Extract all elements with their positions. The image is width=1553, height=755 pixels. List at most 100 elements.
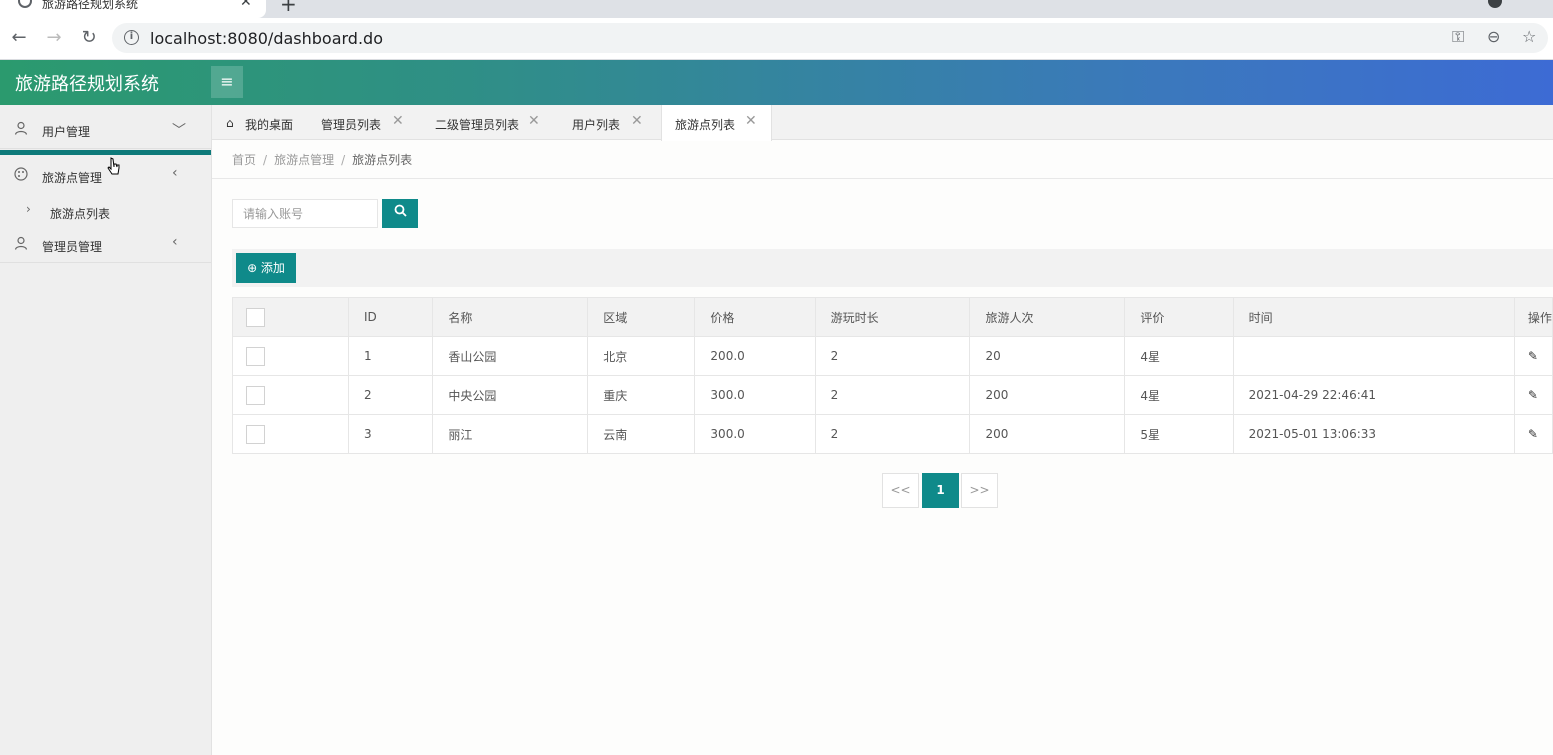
edit-icon[interactable]: ✎	[1528, 388, 1538, 402]
zoom-icon[interactable]: ⊖	[1487, 27, 1500, 46]
tab-label: 我的桌面	[245, 118, 294, 132]
column-header: ID	[347, 297, 434, 337]
tab-admin-list[interactable]: 管理员列表 ✕	[307, 105, 417, 140]
close-icon[interactable]: ✕	[392, 113, 404, 129]
cell-price: 300.0	[694, 414, 816, 454]
row-checkbox[interactable]	[246, 424, 265, 444]
tab-user-list[interactable]: 用户列表 ✕	[557, 105, 657, 140]
breadcrumb-separator: /	[341, 153, 346, 167]
spot-table: ID 名称 区域 价格 游玩时长 旅游人次 评价 时间 操作 1 香山公园 北京…	[232, 297, 1553, 454]
sidebar-item-user-management[interactable]: 用户管理 ﹀	[0, 105, 211, 149]
table-row: 3 丽江 云南 300.0 2 200 5星 2021-05-01 13:06:…	[232, 414, 1553, 454]
sidebar-item-label: 管理员管理	[42, 240, 103, 254]
cell-duration: 2	[814, 375, 971, 415]
sidebar-subitem-label: 旅游点列表	[50, 207, 111, 221]
row-checkbox[interactable]	[246, 346, 265, 366]
cell-rating: 5星	[1124, 414, 1234, 454]
star-icon[interactable]: ☆	[1522, 27, 1536, 46]
edit-icon[interactable]: ✎	[1528, 349, 1538, 363]
cell-id: 2	[347, 375, 434, 415]
back-button[interactable]: ←	[7, 26, 31, 50]
row-checkbox-cell	[232, 336, 349, 376]
add-button[interactable]: ⊕ 添加	[236, 253, 296, 283]
tab-label: 旅游点列表	[675, 118, 736, 132]
column-header: 价格	[694, 297, 816, 337]
content-tab-bar: ⌂ 我的桌面 管理员列表 ✕ 二级管理员列表 用户列表 ✕ 旅游点列表 ✕	[212, 105, 1553, 141]
tab-my-desktop[interactable]: ⌂ 我的桌面	[212, 105, 307, 140]
cell-name: 中央公园	[432, 375, 589, 415]
reload-button[interactable]: ↻	[77, 26, 101, 50]
column-header: 操作	[1513, 297, 1553, 337]
cell-id: 3	[347, 414, 434, 454]
menu-toggle-button[interactable]: ≡	[211, 66, 243, 98]
cell-rating: 4星	[1124, 375, 1234, 415]
close-icon[interactable]: ✕	[240, 0, 252, 10]
row-checkbox[interactable]	[246, 385, 265, 405]
browser-toolbar: ← → ↻ i localhost:8080/dashboard.do ⚿ ⊖ …	[0, 18, 1553, 60]
next-page-button[interactable]: >>	[961, 473, 998, 508]
cell-visitors: 200	[969, 414, 1126, 454]
close-icon[interactable]: ✕	[745, 113, 757, 129]
tab-label: 二级管理员列表	[435, 118, 520, 132]
sidebar-item-admin-management[interactable]: 管理员管理 ‹	[0, 223, 211, 263]
sidebar-subitem-spot-list[interactable]: › 旅游点列表	[0, 200, 211, 222]
cell-visitors: 200	[969, 375, 1126, 415]
cell-duration: 2	[814, 336, 971, 376]
search-button[interactable]	[382, 199, 418, 228]
row-checkbox-cell	[232, 414, 349, 454]
cell-time: 2021-05-01 13:06:33	[1232, 414, 1515, 454]
info-icon[interactable]: i	[124, 30, 139, 45]
chevron-right-icon: ›	[26, 202, 31, 216]
close-icon[interactable]: ✕	[631, 113, 643, 129]
select-all-checkbox[interactable]	[246, 307, 265, 327]
profile-icon[interactable]	[1488, 0, 1502, 8]
url-text: localhost:8080/dashboard.do	[150, 29, 383, 48]
tab-label: 管理员列表	[321, 118, 382, 132]
table-row: 2 中央公园 重庆 300.0 2 200 4星 2021-04-29 22:4…	[232, 375, 1553, 415]
key-icon[interactable]: ⚿	[1452, 27, 1464, 47]
breadcrumb-current: 旅游点列表	[352, 153, 413, 167]
cell-duration: 2	[814, 414, 971, 454]
breadcrumb-separator: /	[263, 153, 268, 167]
search-input[interactable]	[232, 199, 378, 228]
cell-region: 云南	[587, 414, 696, 454]
action-bar: ⊕ 添加	[232, 249, 1553, 287]
table-header-row: ID 名称 区域 价格 游玩时长 旅游人次 评价 时间 操作	[232, 297, 1553, 337]
browser-tab-title: 旅游路径规划系统	[42, 0, 139, 11]
browser-tabstrip: 旅游路径规划系统 ✕ +	[0, 0, 1553, 18]
address-bar[interactable]: i localhost:8080/dashboard.do ⚿ ⊖ ☆	[112, 23, 1548, 53]
tab-spot-list[interactable]: 旅游点列表 ✕	[661, 105, 772, 141]
user-icon	[14, 121, 28, 135]
new-tab-button[interactable]: +	[280, 0, 297, 16]
cell-actions: ✎	[1513, 375, 1553, 415]
cursor-icon	[107, 157, 121, 181]
breadcrumb: 首页 / 旅游点管理 / 旅游点列表	[232, 151, 412, 168]
cell-rating: 4星	[1124, 336, 1234, 376]
cell-region: 北京	[587, 336, 696, 376]
close-icon[interactable]: ✕	[528, 113, 540, 129]
breadcrumb-home[interactable]: 首页	[232, 153, 256, 167]
palette-icon	[14, 167, 28, 181]
sidebar-item-label: 旅游点管理	[42, 171, 103, 185]
prev-page-button[interactable]: <<	[882, 473, 919, 508]
forward-button[interactable]: →	[42, 26, 66, 50]
user-icon	[14, 236, 28, 250]
cell-name: 丽江	[432, 414, 589, 454]
cell-name: 香山公园	[432, 336, 589, 376]
sidebar-item-spot-management[interactable]: 旅游点管理 ‹	[0, 155, 211, 199]
cell-time	[1232, 336, 1515, 376]
column-header: 区域	[587, 297, 696, 337]
chevron-left-icon: ‹	[172, 234, 178, 250]
cell-region: 重庆	[587, 375, 696, 415]
cell-time: 2021-04-29 22:46:41	[1232, 375, 1515, 415]
cell-price: 200.0	[694, 336, 816, 376]
edit-icon[interactable]: ✎	[1528, 427, 1538, 441]
tab-label: 用户列表	[572, 118, 621, 132]
browser-tab[interactable]: 旅游路径规划系统 ✕	[0, 0, 266, 18]
column-header: 旅游人次	[969, 297, 1126, 337]
header-checkbox-cell	[232, 297, 349, 337]
page-number-button[interactable]: 1	[922, 473, 959, 508]
breadcrumb-section[interactable]: 旅游点管理	[274, 153, 334, 167]
app-title: 旅游路径规划系统	[15, 74, 159, 95]
row-checkbox-cell	[232, 375, 349, 415]
